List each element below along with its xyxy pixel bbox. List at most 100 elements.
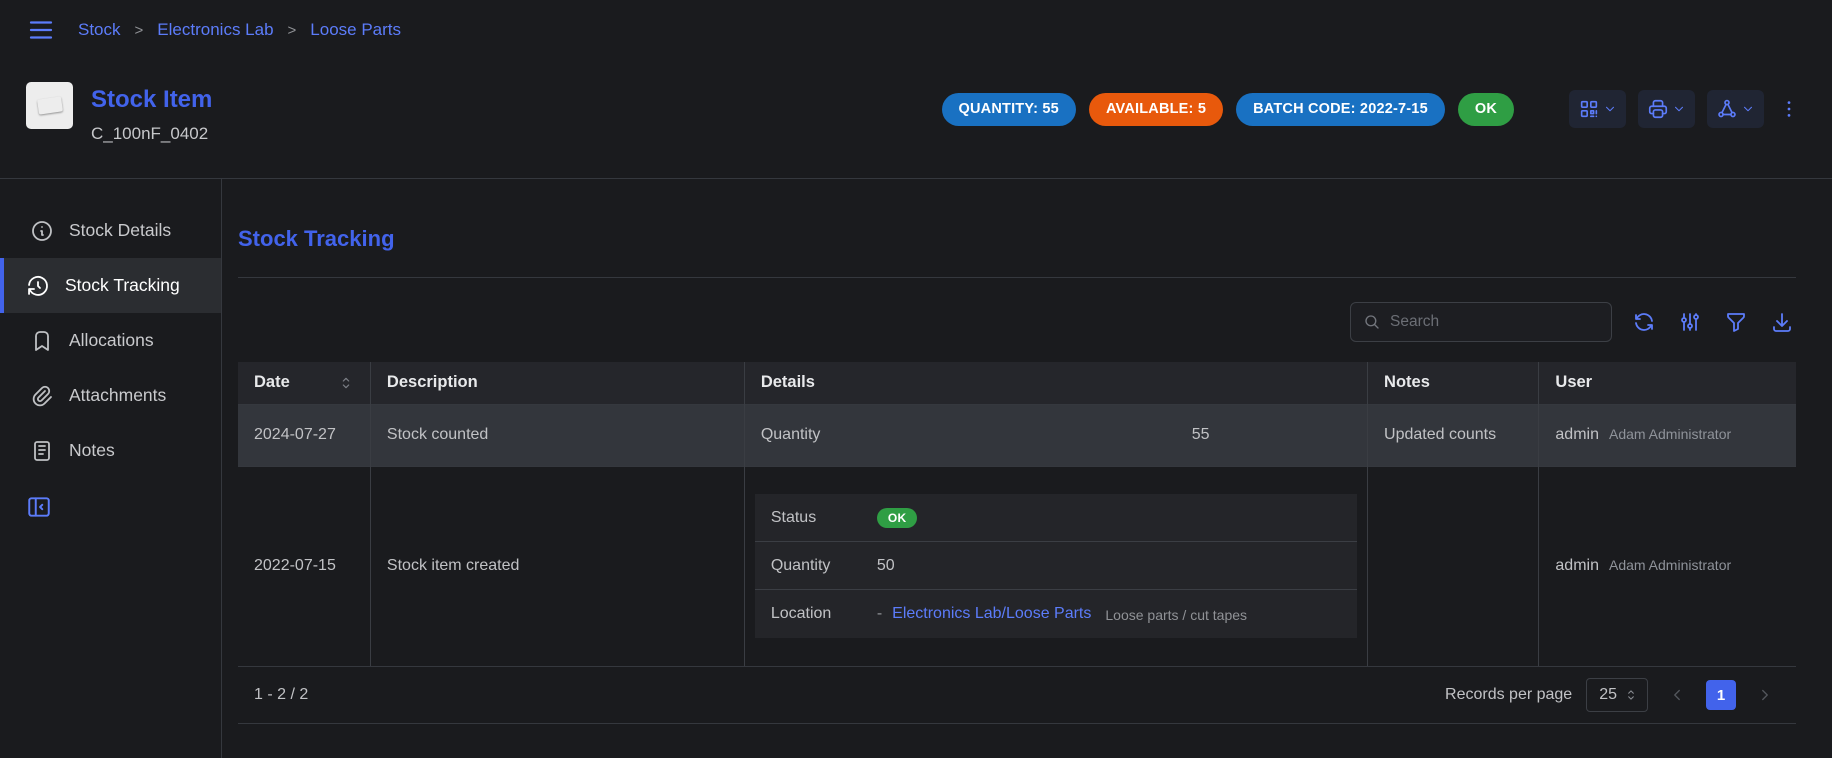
username: admin (1555, 426, 1599, 443)
date-cell: 2022-07-15 (238, 466, 370, 666)
collapse-sidebar-button[interactable] (26, 494, 56, 520)
description-cell: Stock item created (370, 466, 744, 666)
details-cell: Status OK Quantity 50 Location - Electro… (744, 466, 1367, 666)
user-cell: admin Adam Administrator (1539, 404, 1796, 466)
component-image (37, 96, 63, 114)
stock-item-name: C_100nF_0402 (91, 124, 212, 144)
quantity-badge: QUANTITY: 55 (942, 93, 1076, 126)
content: Stock Details Stock Tracking Allocations… (0, 179, 1832, 758)
sidebar-item-allocations[interactable]: Allocations (0, 313, 221, 368)
printer-icon (1647, 98, 1669, 120)
barcode-actions-button[interactable] (1569, 90, 1626, 128)
panel-divider (238, 277, 1796, 278)
detail-value: 55 (1192, 426, 1210, 444)
bookmark-icon (30, 329, 54, 353)
hamburger-menu-button[interactable] (26, 15, 56, 45)
stock-item-thumbnail[interactable] (26, 82, 73, 129)
selector-icon (1624, 688, 1638, 702)
status-ok-badge: OK (1458, 93, 1514, 126)
breadcrumb: Stock > Electronics Lab > Loose Parts (78, 20, 401, 40)
table-toolbar (238, 302, 1796, 342)
description-cell: Stock counted (370, 404, 744, 466)
detail-key: Quantity (761, 426, 821, 444)
sidebar-item-stock-details[interactable]: Stock Details (0, 203, 221, 258)
table-options-button[interactable] (1676, 308, 1704, 336)
notes-cell: Updated counts (1368, 404, 1539, 466)
dots-vertical-icon (1778, 98, 1800, 120)
location-description: Loose parts / cut tapes (1105, 607, 1247, 623)
panel-title: Stock Tracking (238, 225, 1796, 253)
column-header-notes[interactable]: Notes (1368, 362, 1539, 404)
print-actions-button[interactable] (1638, 90, 1695, 128)
filter-button[interactable] (1722, 308, 1750, 336)
details-cell: Quantity 55 (744, 404, 1367, 466)
main-panel: Stock Tracking (222, 179, 1832, 758)
sidebar-item-stock-tracking[interactable]: Stock Tracking (0, 258, 221, 313)
sidebar-item-label: Allocations (69, 330, 154, 351)
page-size-value: 25 (1599, 686, 1617, 704)
records-per-page-label: Records per page (1445, 686, 1572, 704)
details-subtable: Status OK Quantity 50 Location - Electro… (755, 494, 1357, 638)
table-row-stock-counted[interactable]: 2024-07-27 Stock counted Quantity 55 Upd… (238, 404, 1796, 466)
notes-icon (30, 439, 54, 463)
sort-selector-icon[interactable] (338, 375, 354, 391)
adjustments-icon (1678, 310, 1702, 334)
column-header-date[interactable]: Date (238, 362, 370, 404)
more-options-button[interactable] (1776, 92, 1802, 126)
sidebar-collapse-icon (26, 494, 52, 520)
page-1-button[interactable]: 1 (1706, 680, 1736, 710)
qrcode-icon (1578, 98, 1600, 120)
column-label: Date (254, 373, 290, 392)
title-block: Stock Item C_100nF_0402 (91, 82, 212, 144)
sidebar-item-label: Stock Details (69, 220, 171, 241)
header-action-buttons (1569, 90, 1802, 128)
next-page-button[interactable] (1750, 680, 1780, 710)
search-icon (1363, 313, 1381, 331)
column-header-description[interactable]: Description (370, 362, 744, 404)
detail-key: Status (771, 509, 877, 527)
sidebar-item-notes[interactable]: Notes (0, 423, 221, 478)
detail-row-location: Location - Electronics Lab/Loose Parts L… (755, 590, 1357, 638)
batch-code-badge: BATCH CODE: 2022-7-15 (1236, 93, 1445, 126)
user-fullname: Adam Administrator (1609, 426, 1731, 442)
breadcrumb-separator: > (135, 22, 144, 39)
sidebar-item-label: Attachments (69, 385, 166, 406)
detail-key: Location (771, 605, 877, 623)
chevron-down-icon (1603, 102, 1617, 116)
chevron-left-icon (1668, 686, 1686, 704)
chevron-down-icon (1741, 102, 1755, 116)
hamburger-icon (26, 15, 56, 45)
column-header-user[interactable]: User (1539, 362, 1796, 404)
table-row-stock-item-created[interactable]: 2022-07-15 Stock item created Status OK … (238, 466, 1796, 666)
search-box[interactable] (1350, 302, 1612, 342)
table-footer: 1 - 2 / 2 Records per page 25 1 (238, 666, 1796, 724)
breadcrumb-link-stock[interactable]: Stock (78, 20, 121, 40)
pagination-controls: Records per page 25 1 (1445, 678, 1780, 712)
user-fullname: Adam Administrator (1609, 557, 1731, 573)
header-badges-and-actions: QUANTITY: 55 AVAILABLE: 5 BATCH CODE: 20… (942, 90, 1802, 128)
location-dash: - (877, 605, 882, 623)
history-icon (26, 274, 50, 298)
search-input[interactable] (1390, 313, 1599, 331)
detail-value: 50 (877, 557, 895, 575)
date-cell: 2024-07-27 (238, 404, 370, 466)
detail-key: Quantity (771, 557, 877, 575)
breadcrumb-link-electronics-lab[interactable]: Electronics Lab (157, 20, 273, 40)
breadcrumb-separator: > (288, 22, 297, 39)
stock-actions-button[interactable] (1707, 90, 1764, 128)
chevron-down-icon (1672, 102, 1686, 116)
previous-page-button[interactable] (1662, 680, 1692, 710)
records-per-page-select[interactable]: 25 (1586, 678, 1648, 712)
refresh-button[interactable] (1630, 308, 1658, 336)
location-link[interactable]: Electronics Lab/Loose Parts (892, 605, 1091, 623)
status-ok-mini-badge: OK (877, 508, 918, 528)
user-cell: adminAdam Administrator (1539, 466, 1796, 666)
column-header-details: Details (744, 362, 1367, 404)
sidebar-item-label: Stock Tracking (65, 275, 180, 296)
detail-row-status: Status OK (755, 494, 1357, 542)
sidebar-item-attachments[interactable]: Attachments (0, 368, 221, 423)
available-badge: AVAILABLE: 5 (1089, 93, 1223, 126)
download-button[interactable] (1768, 308, 1796, 336)
paperclip-icon (30, 384, 54, 408)
breadcrumb-link-loose-parts[interactable]: Loose Parts (310, 20, 401, 40)
